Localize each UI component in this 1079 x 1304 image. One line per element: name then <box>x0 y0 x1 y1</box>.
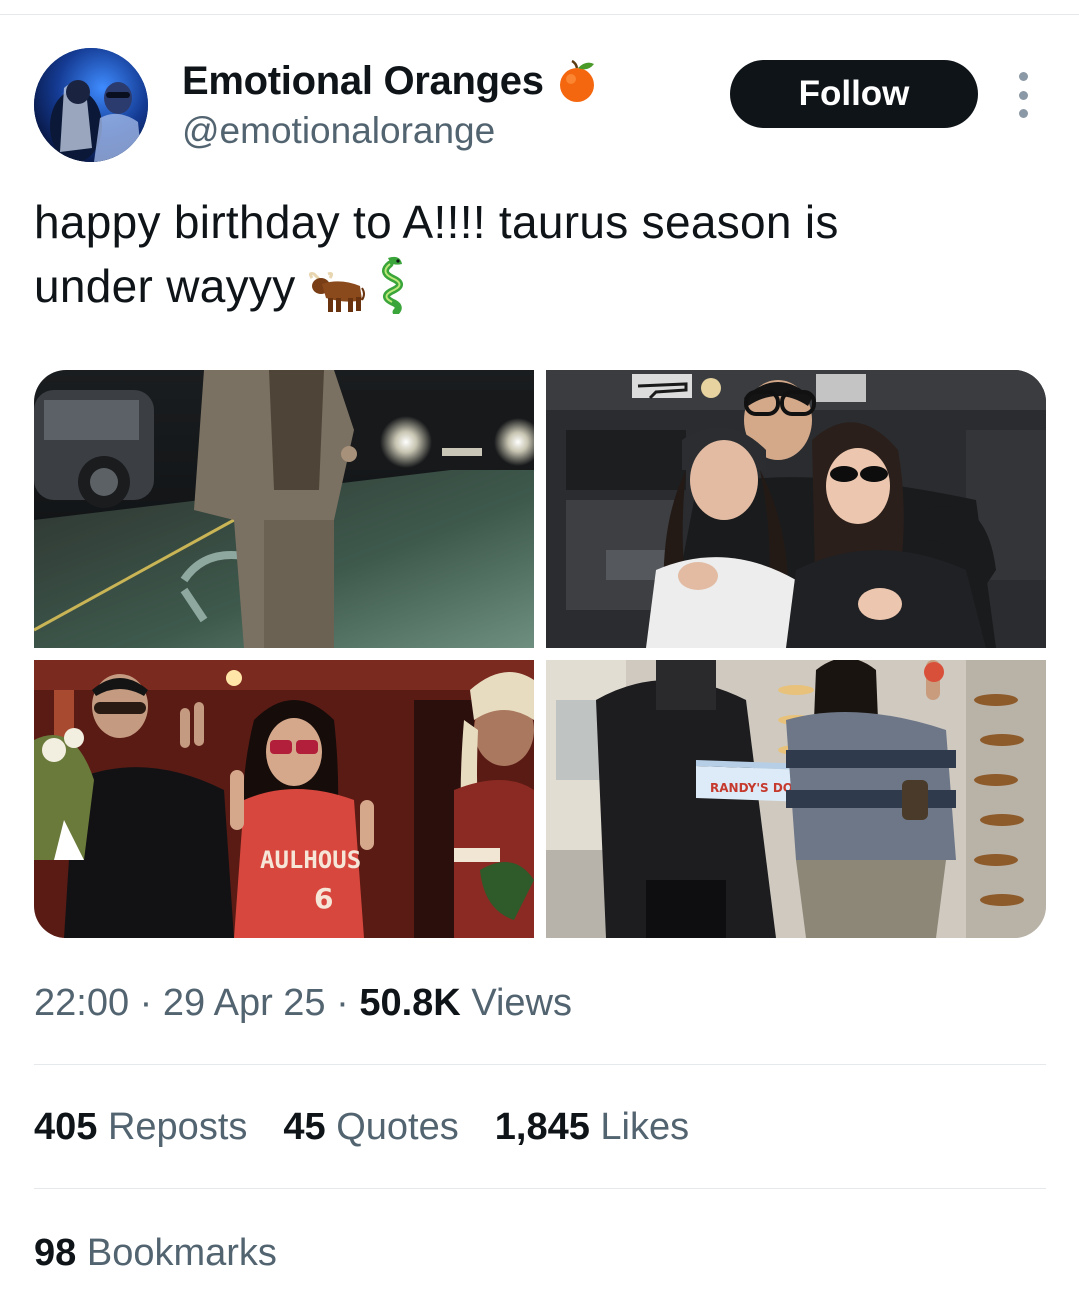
meta-separator: · <box>139 982 153 1024</box>
quotes-count: 45 <box>283 1106 326 1148</box>
orange-emoji-icon <box>554 58 600 104</box>
user-name-row[interactable]: Emotional Oranges <box>182 58 600 104</box>
tweet-text-line-1: happy birthday to A!!!! taurus season is <box>34 196 839 248</box>
follow-button[interactable]: Follow <box>730 60 978 128</box>
tweet-text-line-2: under wayyy <box>34 254 1034 330</box>
tweet-text: happy birthday to A!!!! taurus season is… <box>34 190 1034 330</box>
jersey-text: AULHOUS <box>260 846 361 874</box>
more-dot <box>1018 72 1028 81</box>
display-name[interactable]: Emotional Oranges <box>182 59 544 104</box>
reposts-stat[interactable]: 405 Reposts <box>34 1106 247 1149</box>
ox-emoji-icon <box>306 266 366 330</box>
bookmarks-stat[interactable]: 98 Bookmarks <box>34 1232 277 1275</box>
reposts-count: 405 <box>34 1106 98 1148</box>
quotes-label: Quotes <box>336 1106 459 1148</box>
views-count: 50.8K <box>359 982 461 1024</box>
more-dot <box>1018 109 1028 118</box>
photo-3[interactable]: AULHOUS 6 <box>34 660 534 938</box>
photo-4[interactable]: RANDY'S DONUTS <box>546 660 1046 938</box>
photo-1[interactable] <box>34 370 534 648</box>
dragon-emoji-icon <box>376 254 410 330</box>
views-label: Views <box>471 982 572 1024</box>
engagement-stats: 405 Reposts 45 Quotes 1,845 Likes <box>34 1106 689 1149</box>
bookmarks-count: 98 <box>34 1232 77 1274</box>
meta-separator: · <box>336 982 349 1024</box>
bookmarks-label: Bookmarks <box>86 1232 277 1274</box>
divider <box>34 1064 1046 1065</box>
tweet-meta: 22:00 · 29 Apr 25 · 50.8K Views <box>34 982 572 1025</box>
tweet-date[interactable]: 29 Apr 25 <box>163 982 326 1024</box>
tweet-text-line-2-text: under wayyy <box>34 260 296 312</box>
avatar[interactable] <box>34 48 148 162</box>
reposts-label: Reposts <box>107 1106 248 1148</box>
divider <box>34 1188 1046 1189</box>
more-dot <box>1018 90 1028 100</box>
quotes-stat[interactable]: 45 Quotes <box>283 1106 458 1149</box>
top-divider <box>0 14 1079 15</box>
likes-stat[interactable]: 1,845 Likes <box>495 1106 689 1149</box>
more-vertical-icon[interactable] <box>1010 72 1036 118</box>
tweet-time[interactable]: 22:00 <box>34 982 129 1024</box>
user-handle[interactable]: @emotionalorange <box>182 110 495 152</box>
likes-label: Likes <box>600 1106 690 1148</box>
photo-2[interactable] <box>546 370 1046 648</box>
media-grid: AULHOUS 6 RANDY'S DONUTS <box>34 370 1046 938</box>
jersey-number: 6 <box>314 882 333 915</box>
likes-count: 1,845 <box>494 1106 590 1148</box>
